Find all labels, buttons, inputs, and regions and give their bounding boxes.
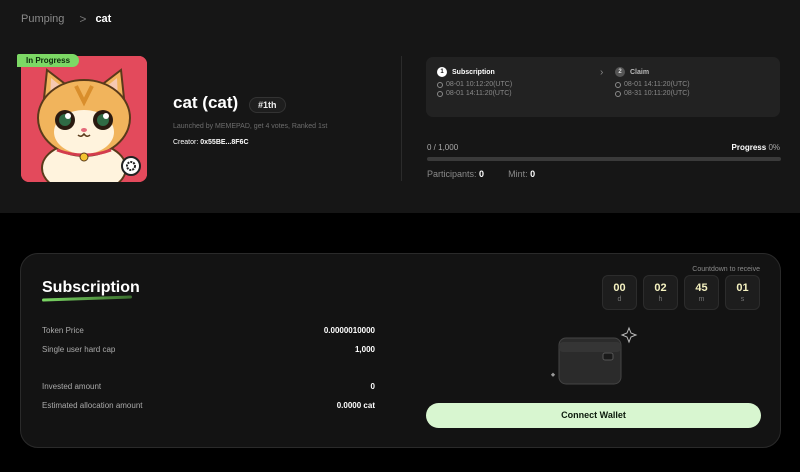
status-badge: In Progress — [17, 54, 80, 67]
step-number-1: 1 — [437, 67, 447, 77]
launched-info: Launched by MEMEPAD, get 4 votes, Ranked… — [173, 123, 328, 130]
breadcrumb-current: cat — [95, 13, 112, 25]
progress-percent: Progress 0% — [732, 143, 780, 152]
token-price-row: Token Price 0.0000010000 — [42, 326, 375, 335]
clock-icon — [615, 81, 621, 88]
step-end-time: 08-31 10:11:20(UTC) — [624, 90, 690, 97]
step-label: Subscription — [452, 68, 495, 76]
token-title: cat (cat) — [173, 93, 239, 112]
vertical-divider — [401, 56, 402, 181]
row-value: 1,000 — [354, 345, 375, 354]
step-claim: 2 Claim 08-01 14:11:20(UTC) 08-31 10:11:… — [615, 67, 690, 97]
phase-steps-panel: 1 Subscription 08-01 10:12:20(UTC) 08-01… — [426, 57, 780, 117]
step-start-time: 08-01 14:11:20(UTC) — [624, 81, 690, 88]
row-label: Invested amount — [42, 382, 102, 391]
row-value: 0.0000 cat — [336, 401, 375, 410]
creator-address[interactable]: 0x55BE...8F6C — [200, 139, 248, 146]
token-header-section: Pumping > cat In Progress cat (cat) #1th… — [0, 0, 800, 213]
subscription-card: Subscription Countdown to receive 00 d 02… — [20, 253, 781, 448]
estimated-allocation-row: Estimated allocation amount 0.0000 cat — [42, 401, 375, 410]
sparkle-icon — [620, 326, 638, 344]
step-start-time: 08-01 10:12:20(UTC) — [446, 81, 513, 88]
step-number-2: 2 — [615, 67, 625, 77]
progress-amount: 0 / 1,000 — [427, 143, 459, 152]
row-value: 0.0000010000 — [323, 326, 375, 335]
chevron-right-icon: > — [79, 12, 87, 26]
hard-cap-row: Single user hard cap 1,000 — [42, 345, 375, 354]
progress-percent-value: 0% — [768, 143, 780, 152]
rank-badge: #1th — [249, 97, 286, 113]
countdown-label: Countdown to receive — [692, 266, 760, 273]
row-value: 0 — [370, 382, 375, 391]
step-subscription: 1 Subscription 08-01 10:12:20(UTC) 08-01… — [437, 67, 512, 97]
clock-icon — [615, 90, 621, 97]
row-label: Token Price — [42, 326, 84, 335]
stats-row: Participants: 0 Mint: 0 — [427, 169, 535, 179]
wallet-illustration — [551, 326, 638, 385]
countdown-minutes: 45 m — [684, 275, 719, 310]
cat-avatar-image — [21, 56, 147, 182]
row-label: Single user hard cap — [42, 345, 116, 354]
mint-value: 0 — [530, 169, 536, 179]
countdown-timer: 00 d 02 h 45 m 01 s — [602, 275, 760, 310]
participants-value: 0 — [479, 169, 485, 179]
step-end-time: 08-01 14:11:20(UTC) — [446, 90, 512, 97]
countdown-hours: 02 h — [643, 275, 678, 310]
countdown-days: 00 d — [602, 275, 637, 310]
participants-label: Participants: — [427, 169, 477, 179]
breadcrumb: Pumping > cat — [21, 12, 111, 26]
step-label: Claim — [630, 68, 650, 76]
clock-icon — [437, 90, 443, 97]
breadcrumb-link-pumping[interactable]: Pumping — [21, 13, 64, 25]
clock-icon — [437, 81, 443, 88]
mint-label: Mint: — [508, 169, 528, 179]
connect-wallet-button[interactable]: Connect Wallet — [426, 403, 761, 428]
creator-label: Creator: — [173, 139, 199, 146]
row-label: Estimated allocation amount — [42, 401, 143, 410]
invested-amount-row: Invested amount 0 — [42, 382, 375, 391]
token-avatar — [21, 56, 147, 182]
subscription-title: Subscription — [42, 279, 140, 296]
progress-label: Progress — [731, 143, 767, 152]
countdown-seconds: 01 s — [725, 275, 760, 310]
progress-bar — [427, 157, 781, 161]
creator-info: Creator: 0x55BE...8F6C — [173, 139, 249, 146]
chevron-right-icon: › — [600, 67, 604, 78]
